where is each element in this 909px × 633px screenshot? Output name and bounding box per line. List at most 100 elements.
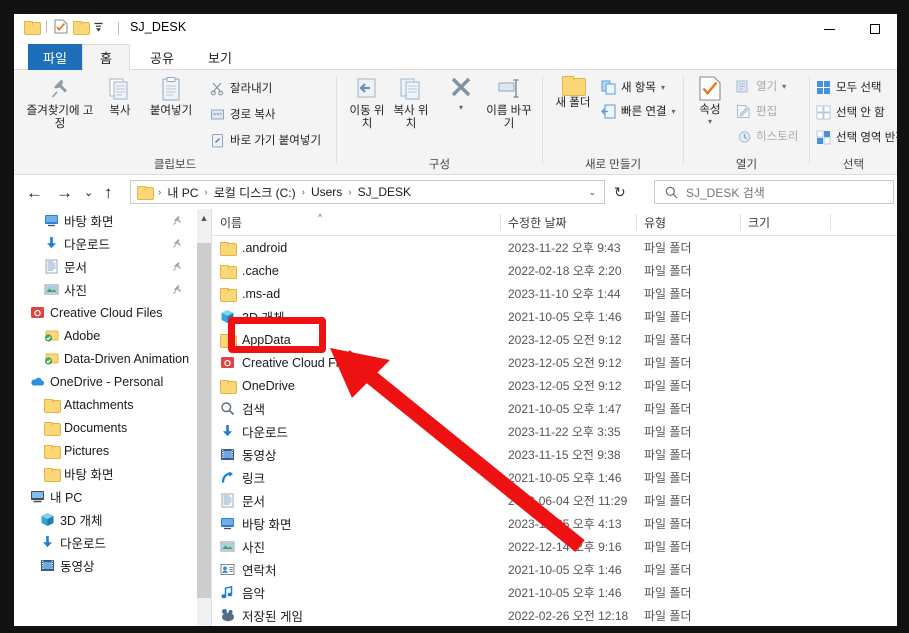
file-name-cell[interactable]: 문서 [220, 491, 265, 510]
pin-to-quick-access-button[interactable]: 즐겨찾기에 고정 [24, 76, 96, 131]
table-row[interactable]: 동영상 2023-11-15 오전 9:38 파일 폴더 [212, 443, 897, 466]
sidebar-item[interactable]: OneDrive - Personal [14, 370, 197, 393]
select-none-button[interactable]: 선택 안 함 [816, 104, 885, 120]
file-name-cell[interactable]: 3D 개체 [220, 307, 284, 326]
properties-button[interactable]: 속성 ▾ [689, 76, 731, 126]
sidebar-item[interactable]: Data-Driven Animation [14, 347, 197, 370]
table-row[interactable]: 음악 2021-10-05 오후 1:46 파일 폴더 [212, 581, 897, 604]
sidebar-item[interactable]: Attachments [14, 393, 197, 416]
easy-access-button[interactable]: 빠른 연결 ▾ [601, 103, 676, 119]
sidebar-item[interactable]: 동영상 [14, 554, 197, 577]
breadcrumb-item-1[interactable]: 로컬 디스크 (C:) [214, 184, 296, 201]
sidebar-item[interactable]: Documents [14, 416, 197, 439]
table-row[interactable]: 검색 2021-10-05 오후 1:47 파일 폴더 [212, 397, 897, 420]
column-date-modified[interactable]: 수정한 날짜 [500, 209, 636, 235]
column-type[interactable]: 유형 [636, 209, 740, 235]
cut-button[interactable]: 잘라내기 [210, 80, 272, 96]
file-name-cell[interactable]: Creative Cloud Files [220, 355, 355, 370]
delete-button[interactable]: ▾ [439, 76, 483, 112]
history-button[interactable]: 히스토리 [736, 128, 798, 144]
new-folder-button[interactable]: 새 폴더 [551, 76, 595, 110]
address-dropdown-caret-icon[interactable]: ⌄ [588, 187, 596, 198]
tab-share[interactable]: 공유 [134, 44, 190, 70]
sidebar-item[interactable]: Pictures [14, 439, 197, 462]
pin-icon[interactable] [172, 261, 183, 274]
file-name-cell[interactable]: OneDrive [220, 378, 295, 394]
select-all-button[interactable]: 모두 선택 [816, 79, 882, 95]
minimize-button[interactable] [807, 14, 852, 44]
file-name-cell[interactable]: 다운로드 [220, 422, 288, 441]
paste-shortcut-button[interactable]: 바로 가기 붙여넣기 [210, 132, 321, 148]
paste-button[interactable]: 붙여넣기 [142, 76, 200, 118]
pin-icon[interactable] [172, 238, 183, 251]
sidebar-item[interactable]: 바탕 화면 [14, 462, 197, 485]
back-button[interactable]: ← [26, 183, 43, 203]
rename-button[interactable]: 이름 바꾸기 [483, 76, 535, 131]
column-divider[interactable] [830, 214, 831, 230]
tab-file[interactable]: 파일 [28, 44, 82, 70]
file-name-cell[interactable]: 동영상 [220, 445, 277, 464]
file-name-cell[interactable]: 사진 [220, 537, 265, 556]
sidebar-item[interactable]: 다운로드 [14, 232, 197, 255]
copy-button[interactable]: 복사 [98, 76, 142, 118]
sidebar-item[interactable]: 3D 개체 [14, 508, 197, 531]
table-row[interactable]: .cache 2022-02-18 오후 2:20 파일 폴더 [212, 259, 897, 282]
copy-to-button[interactable]: 복사 위치 [389, 76, 433, 131]
recent-locations-button[interactable]: ⌄ [84, 186, 93, 199]
navigation-scrollbar[interactable]: ▲ [197, 209, 211, 626]
new-folder-icon[interactable] [73, 20, 90, 35]
customize-caret-icon[interactable] [93, 21, 104, 32]
column-name[interactable]: 이름 [212, 209, 442, 235]
table-row[interactable]: 문서 2023-06-04 오전 11:29 파일 폴더 [212, 489, 897, 512]
file-name-cell[interactable]: 연락처 [220, 560, 277, 579]
new-item-button[interactable]: 새 항목 ▾ [601, 79, 665, 95]
sidebar-item[interactable]: 다운로드 [14, 531, 197, 554]
refresh-button[interactable]: ↻ [614, 184, 626, 201]
table-row[interactable]: 연락처 2021-10-05 오후 1:46 파일 폴더 [212, 558, 897, 581]
pin-icon[interactable] [172, 215, 183, 228]
file-name-cell[interactable]: 음악 [220, 583, 265, 602]
file-name-cell[interactable]: 검색 [220, 399, 265, 418]
sidebar-item[interactable]: 사진 [14, 278, 197, 301]
table-row[interactable]: 저장된 게임 2022-02-26 오전 12:18 파일 폴더 [212, 604, 897, 626]
table-row[interactable]: Creative Cloud Files 2023-12-05 오전 9:12 파일… [212, 351, 897, 374]
folder-icon[interactable] [24, 20, 41, 35]
breadcrumb-item-0[interactable]: 내 PC [167, 184, 198, 201]
pin-icon[interactable] [172, 284, 183, 297]
table-row[interactable]: AppData 2023-12-05 오전 9:12 파일 폴더 [212, 328, 897, 351]
breadcrumb-item-2[interactable]: Users [311, 185, 342, 199]
file-name-cell[interactable]: .android [220, 240, 287, 256]
column-size[interactable]: 크기 [740, 209, 830, 235]
forward-button[interactable]: → [56, 183, 73, 203]
scrollbar-thumb[interactable] [197, 243, 211, 598]
maximize-button[interactable] [852, 14, 897, 44]
search-box[interactable]: SJ_DESK 검색 [654, 180, 894, 204]
table-row[interactable]: 다운로드 2023-11-22 오후 3:35 파일 폴더 [212, 420, 897, 443]
table-row[interactable]: 사진 2022-12-14 오후 9:16 파일 폴더 [212, 535, 897, 558]
sidebar-item[interactable]: 문서 [14, 255, 197, 278]
up-button[interactable]: ↑ [104, 183, 113, 203]
breadcrumb-item-3[interactable]: SJ_DESK [358, 185, 411, 199]
scroll-up-arrow-icon[interactable]: ▲ [197, 209, 211, 226]
tab-home[interactable]: 홈 [82, 44, 130, 70]
table-row[interactable]: 바탕 화면 2023-12-05 오후 4:13 파일 폴더 [212, 512, 897, 535]
move-to-button[interactable]: 이동 위치 [345, 76, 389, 131]
address-breadcrumb-box[interactable]: › 내 PC › 로컬 디스크 (C:) › Users › SJ_DESK ⌄ [130, 180, 605, 204]
file-name-cell[interactable]: .ms-ad [220, 286, 280, 302]
sidebar-item[interactable]: 내 PC [14, 485, 197, 508]
properties-icon[interactable] [54, 19, 68, 34]
table-row[interactable]: 3D 개체 2021-10-05 오후 1:46 파일 폴더 [212, 305, 897, 328]
table-row[interactable]: .ms-ad 2023-11-10 오후 1:44 파일 폴더 [212, 282, 897, 305]
table-row[interactable]: OneDrive 2023-12-05 오전 9:12 파일 폴더 [212, 374, 897, 397]
copy-path-button[interactable]: 경로 복사 [210, 106, 276, 122]
tab-view[interactable]: 보기 [194, 44, 246, 70]
invert-selection-button[interactable]: 선택 영역 반전 [816, 129, 897, 145]
file-name-cell[interactable]: .cache [220, 263, 279, 279]
sidebar-item[interactable]: Adobe [14, 324, 197, 347]
file-name-cell[interactable]: 바탕 화면 [220, 514, 291, 533]
table-row[interactable]: .android 2023-11-22 오후 9:43 파일 폴더 [212, 236, 897, 259]
open-button[interactable]: 열기 ▾ [736, 78, 786, 94]
file-name-cell[interactable]: AppData [220, 332, 291, 348]
sidebar-item[interactable]: 바탕 화면 [14, 209, 197, 232]
edit-button[interactable]: 편집 [736, 103, 777, 119]
